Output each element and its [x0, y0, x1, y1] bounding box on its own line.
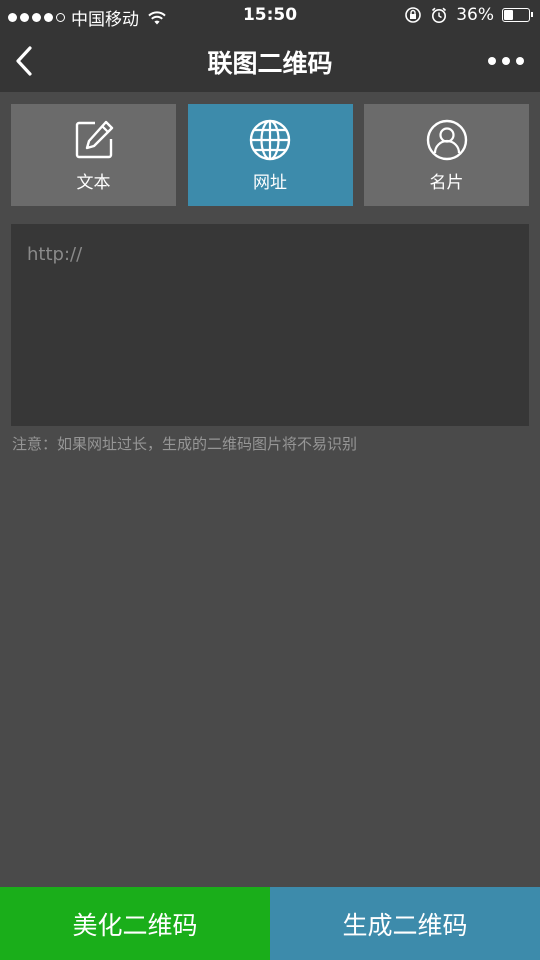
- edit-icon: [75, 120, 113, 158]
- more-dot-icon: [502, 57, 510, 65]
- status-right: 36%: [404, 5, 533, 25]
- rotation-lock-icon: [405, 7, 422, 23]
- more-dot-icon: [516, 57, 524, 65]
- generate-qrcode-button[interactable]: 生成二维码: [270, 887, 540, 960]
- beautify-qrcode-button[interactable]: 美化二维码: [0, 887, 270, 960]
- battery-icon: [502, 8, 533, 22]
- url-input-container: [11, 224, 529, 426]
- nav-bar: 联图二维码: [0, 30, 540, 92]
- url-length-notice: 注意：如果网址过长，生成的二维码图片将不易识别: [12, 435, 358, 453]
- more-dot-icon: [488, 57, 496, 65]
- battery-percent: 36%: [456, 5, 494, 25]
- battery-level-fill: [504, 10, 514, 20]
- type-tabs: 文本 网址 名片: [11, 104, 529, 206]
- tab-business-card[interactable]: 名片: [364, 104, 529, 206]
- url-input[interactable]: [27, 244, 513, 406]
- status-bar: 中国移动 15:50 36%: [0, 0, 540, 30]
- bottom-action-bar: 美化二维码 生成二维码: [0, 887, 540, 960]
- more-menu-button[interactable]: [488, 52, 524, 70]
- alarm-icon: [432, 7, 447, 23]
- tab-label: 文本: [76, 172, 111, 193]
- page-title: 联图二维码: [207, 49, 333, 78]
- globe-icon: [249, 119, 291, 160]
- tab-text[interactable]: 文本: [11, 104, 176, 206]
- tab-url[interactable]: 网址: [187, 104, 353, 206]
- tab-label: 名片: [429, 172, 464, 193]
- tab-label: 网址: [253, 172, 287, 193]
- user-icon: [426, 119, 467, 160]
